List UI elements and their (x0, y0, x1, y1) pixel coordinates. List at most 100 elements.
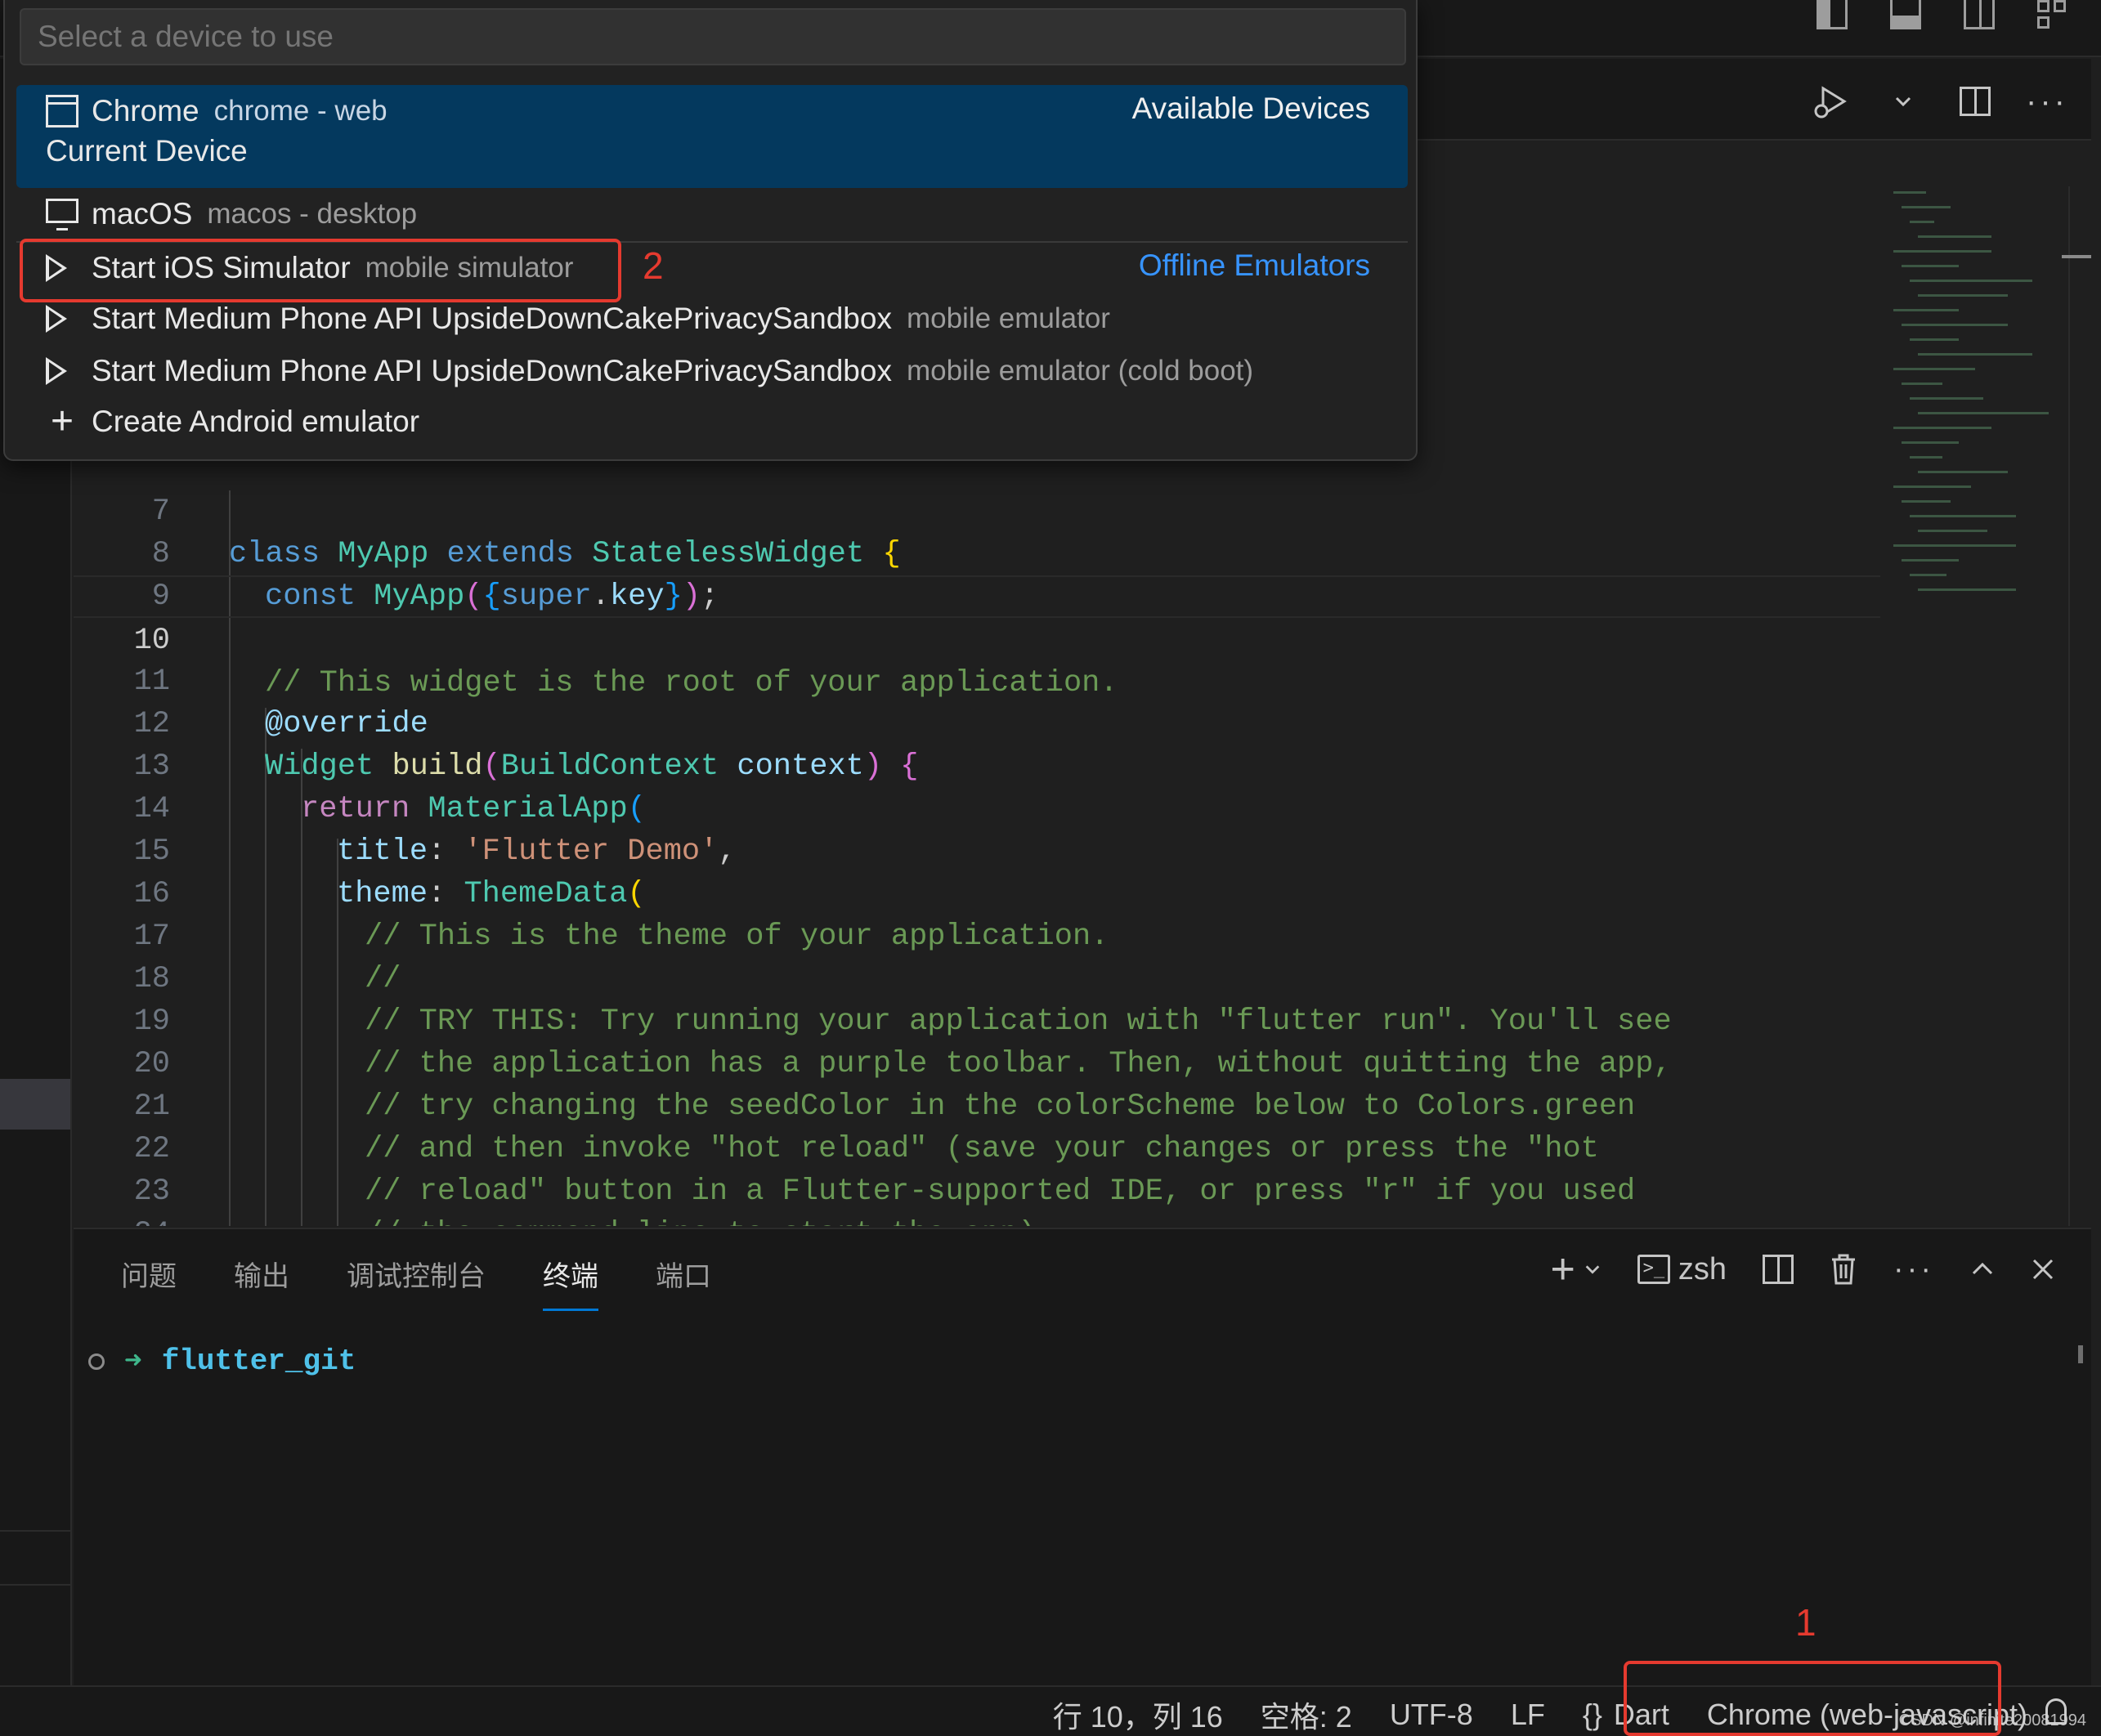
code-line: 15 theme: ThemeData( (74, 788, 1880, 911)
minimap-line (1893, 485, 1971, 488)
toggle-secondary-sidebar-icon[interactable] (1964, 0, 1995, 29)
run-debug-icon[interactable] (1812, 82, 1851, 121)
more-actions-icon[interactable]: ··· (2026, 82, 2067, 121)
minimap-line (1893, 191, 1926, 194)
layout-controls (1817, 0, 2068, 33)
minimap-line (1910, 280, 2032, 282)
quick-pick-item-macos[interactable]: macOS macos - desktop (46, 191, 417, 237)
code-line: 16 // This is the theme of your applicat… (74, 830, 1880, 954)
code-line: 21 // and then invoke "hot reload" (save… (74, 1043, 1880, 1166)
code-line: 23 // the command line to start the app)… (74, 1128, 1880, 1226)
new-terminal-button[interactable]: + (1551, 1246, 1602, 1293)
code-line: 24 // (74, 1170, 1880, 1226)
overview-ruler[interactable] (2068, 186, 2091, 1226)
minimap-line (1910, 221, 1934, 223)
status-encoding[interactable]: UTF-8 (1390, 1698, 1473, 1732)
item-label: macOS (92, 197, 193, 230)
chevron-down-icon[interactable] (1884, 82, 1923, 121)
terminal-cwd: flutter_git (161, 1345, 356, 1378)
code-line: 12 Widget build(BuildContext context) { (74, 660, 1880, 784)
tab-terminal[interactable]: 终端 (543, 1254, 598, 1311)
play-icon (46, 305, 67, 333)
minimap-line (1910, 574, 1946, 576)
quick-pick-item-android-emulator[interactable]: Start Medium Phone API UpsideDownCakePri… (46, 296, 1110, 342)
minimap-line (1893, 368, 1975, 370)
browser-window-icon (46, 95, 78, 128)
split-editor-icon[interactable] (1955, 82, 1995, 121)
maximize-panel-icon[interactable] (1970, 1251, 1995, 1288)
group-label-available: Available Devices (1131, 92, 1370, 125)
annotation-number: 2 (643, 244, 664, 287)
item-label: Chrome (92, 94, 199, 128)
bottom-panel: 问题 输出 调试控制台 终端 端口 + >_ zsh ··· ➜ flutter… (74, 1228, 2091, 1685)
quick-pick-item-create-emulator[interactable]: + Create Android emulator (46, 399, 419, 445)
minimap-line (1902, 206, 1951, 208)
item-label: Create Android emulator (92, 405, 420, 438)
minimap-line (1918, 353, 2032, 356)
item-description: mobile emulator (906, 302, 1110, 334)
group-label-offline: Offline Emulators (1138, 248, 1370, 282)
terminal-instance[interactable]: >_ zsh (1637, 1251, 1727, 1288)
device-search-input[interactable] (20, 8, 1406, 65)
code-line: 17 // (74, 873, 1880, 996)
tab-debug-console[interactable]: 调试控制台 (347, 1254, 486, 1311)
status-eol[interactable]: LF (1511, 1698, 1545, 1732)
panel-actions: + >_ zsh ··· (1551, 1246, 2055, 1293)
monitor-icon (46, 199, 78, 230)
toggle-primary-sidebar-icon[interactable] (1817, 0, 1848, 29)
minimap-line (1910, 397, 1983, 400)
scrollbar-thumb[interactable] (2062, 255, 2091, 258)
minimap[interactable] (1880, 186, 2068, 1226)
activity-item-active[interactable] (0, 1079, 70, 1130)
tab-output[interactable]: 输出 (234, 1254, 289, 1311)
minimap-line (1893, 544, 2016, 547)
plus-icon: + (50, 400, 74, 443)
item-description: macos - desktop (207, 198, 418, 230)
quick-pick-item-chrome[interactable]: Chrome chrome - web (46, 88, 387, 134)
minimap-line (1902, 500, 1951, 503)
device-quick-pick: Chrome chrome - web Current Device Avail… (3, 0, 1418, 461)
status-cursor-position[interactable]: 行 10，列 16 (1053, 1693, 1223, 1736)
split-terminal-icon[interactable] (1763, 1251, 1794, 1288)
item-detail: Current Device (46, 134, 248, 168)
status-indentation[interactable]: 空格: 2 (1261, 1693, 1352, 1736)
terminal-scrollbar[interactable] (2078, 1345, 2083, 1363)
chevron-down-icon[interactable] (1584, 1260, 1602, 1278)
minimap-line (1893, 250, 1991, 253)
item-label: Start Medium Phone API UpsideDownCakePri… (92, 302, 892, 335)
braces-icon: {} (1582, 1698, 1602, 1731)
close-panel-icon[interactable] (2031, 1251, 2055, 1288)
code-line: 11 @override (74, 618, 1880, 741)
more-actions-icon[interactable]: ··· (1893, 1251, 1934, 1288)
activity-divider (0, 1584, 70, 1586)
plus-icon: + (1550, 1246, 1575, 1293)
code-line: 14 title: 'Flutter Demo', (74, 745, 1880, 869)
quick-pick-item-android-emulator-cold[interactable]: Start Medium Phone API UpsideDownCakePri… (46, 348, 1253, 394)
minimap-line (1918, 588, 2016, 591)
code-line: 22 // reload" button in a Flutter-suppor… (74, 1085, 1880, 1209)
code-comment: // the command line to start the app). (365, 1213, 1055, 1226)
code-line: 19 // the application has a purple toolb… (74, 958, 1880, 1081)
minimap-line (1918, 235, 1991, 238)
toggle-panel-icon[interactable] (1890, 0, 1921, 29)
tab-problems[interactable]: 问题 (121, 1254, 177, 1311)
minimap-line (1918, 412, 2049, 414)
minimap-line (1918, 294, 2008, 297)
minimap-line (1902, 441, 1959, 444)
code-line: 9 (74, 533, 1880, 614)
tab-ports[interactable]: 端口 (656, 1254, 711, 1311)
item-description: mobile emulator (cold boot) (906, 355, 1254, 387)
annotation-number: 1 (1795, 1601, 1817, 1644)
minimap-line (1910, 338, 1959, 341)
code-line: 18 // TRY THIS: Try running your applica… (74, 915, 1880, 1039)
minimap-line (1893, 427, 1991, 429)
annotation-box-device (1624, 1661, 2001, 1736)
item-label: Start Medium Phone API UpsideDownCakePri… (92, 354, 892, 387)
trash-icon[interactable] (1830, 1251, 1857, 1288)
prompt-arrow-icon: ➜ (124, 1345, 142, 1379)
terminal-prompt[interactable]: ➜ flutter_git (88, 1344, 356, 1379)
activity-divider (0, 1530, 70, 1532)
command-decoration-icon[interactable] (88, 1353, 105, 1370)
customize-layout-icon[interactable] (2037, 0, 2068, 29)
minimap-line (1918, 530, 1987, 532)
